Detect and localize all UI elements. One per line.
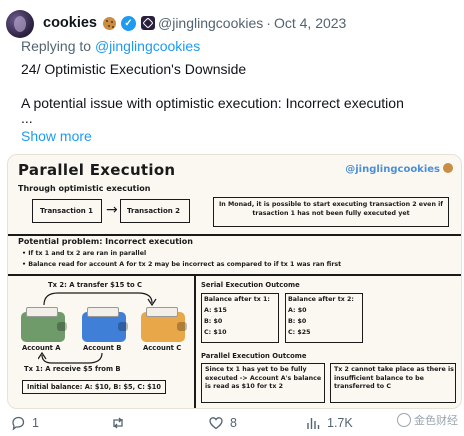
replying-prefix: Replying to <box>21 38 95 54</box>
tweet-text-ellipsis: ... <box>21 110 33 126</box>
after-tx2-line-b: B: $0 <box>288 318 307 325</box>
divider-1 <box>8 234 461 236</box>
tweet-text-line1: 24/ Optimistic Execution's Downside <box>21 61 247 77</box>
retweet-action[interactable] <box>110 415 132 431</box>
arrow-right-icon: → <box>106 202 118 218</box>
initial-balance: Initial balance: A: $10, B: $5, C: $10 <box>27 383 161 391</box>
separator: · <box>266 15 271 31</box>
reply-count: 1 <box>32 416 39 430</box>
after-tx1-line-a: A: $15 <box>204 307 227 314</box>
bullet-2: • Balance read for account A for tx 2 ma… <box>22 261 342 268</box>
display-name[interactable]: cookies <box>43 15 97 31</box>
after-tx1-line-c: C: $10 <box>204 329 227 336</box>
problem-title: Potential problem: Incorrect execution <box>18 237 193 246</box>
card-title: Parallel Execution <box>18 161 176 179</box>
timestamp[interactable]: Oct 4, 2023 <box>274 15 346 31</box>
parallel-right-text: Tx 2 cannot take place as there is insuf… <box>334 366 454 390</box>
watermark: 金色财经 <box>397 412 458 428</box>
account-c-label: Account C <box>143 344 182 352</box>
note-text: In Monad, it is possible to start execut… <box>218 201 444 217</box>
attached-image[interactable]: Parallel Execution @jinglingcookies Thro… <box>7 154 462 409</box>
after-tx2-line-a: A: $0 <box>288 307 307 314</box>
divider-vertical <box>194 274 196 408</box>
like-count: 8 <box>230 416 237 430</box>
tweet-header: cookies ✓ @jinglingcookies · Oct 4, 2023 <box>43 13 346 33</box>
wallet-b-icon <box>82 307 128 342</box>
tx1-label: Transaction 1 <box>40 207 94 215</box>
after-tx2-line-c: C: $25 <box>288 329 311 336</box>
reply-icon[interactable] <box>10 415 26 431</box>
action-bar: 1 8 1.7K <box>0 412 464 434</box>
tweet-text-line2: A potential issue with optimistic execut… <box>21 95 404 111</box>
parallel-left-text: Since tx 1 has yet to be fully executed … <box>205 366 322 390</box>
after-tx1-line-b: B: $0 <box>204 318 223 325</box>
parallel-title: Parallel Execution Outcome <box>201 352 307 360</box>
after-tx1-title: Balance after tx 1: <box>204 296 270 303</box>
tx1-receive-label: Tx 1: A receive $5 from B <box>24 365 121 373</box>
views-action[interactable]: 1.7K <box>305 415 353 431</box>
affiliation-badge-icon[interactable] <box>141 16 155 30</box>
transfer-arrow-icon <box>43 292 157 307</box>
card-subtitle: Through optimistic execution <box>18 184 151 193</box>
watermark-text: 金色财经 <box>414 415 458 427</box>
card-brand: @jinglingcookies <box>345 163 453 175</box>
after-tx2-title: Balance after tx 2: <box>288 296 354 303</box>
like-action[interactable]: 8 <box>208 415 237 431</box>
tx2-label: Transaction 2 <box>127 207 181 215</box>
cookie-icon <box>443 163 453 173</box>
retweet-icon[interactable] <box>110 415 126 431</box>
handle[interactable]: @jinglingcookies <box>158 15 263 31</box>
cookie-emoji-icon <box>103 16 116 30</box>
avatar[interactable] <box>6 10 34 38</box>
wallet-a-icon <box>21 307 67 342</box>
show-more-link[interactable]: Show more <box>21 128 92 144</box>
reply-action[interactable]: 1 <box>10 415 39 431</box>
watermark-logo-icon <box>397 413 411 427</box>
tweet: cookies ✓ @jinglingcookies · Oct 4, 2023… <box>0 0 464 436</box>
views-icon[interactable] <box>305 415 321 431</box>
verified-badge-icon[interactable]: ✓ <box>121 15 136 31</box>
replying-to: Replying to @jinglingcookies <box>21 38 200 54</box>
bullet-1: • If tx 1 and tx 2 are ran in parallel <box>22 250 147 257</box>
card-brand-text: @jinglingcookies <box>345 164 440 175</box>
views-count: 1.7K <box>327 416 353 430</box>
wallet-c-icon <box>141 307 187 342</box>
serial-title: Serial Execution Outcome <box>201 281 300 289</box>
like-icon[interactable] <box>208 415 224 431</box>
replying-to-link[interactable]: @jinglingcookies <box>95 38 200 54</box>
divider-2 <box>8 274 461 276</box>
